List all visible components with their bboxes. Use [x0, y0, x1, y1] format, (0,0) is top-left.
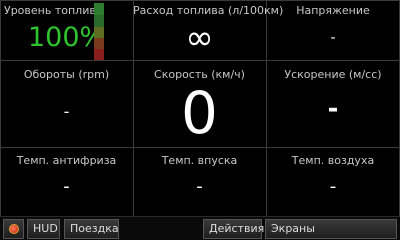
divider: [0, 147, 400, 148]
air-temp-value: -: [329, 176, 337, 197]
air-temp-label: Темп. воздуха: [291, 154, 375, 167]
voltage-label: Напряжение: [296, 4, 370, 17]
record-icon: [9, 224, 19, 234]
voltage-value: -: [330, 30, 336, 46]
acceleration-label: Ускорение (м/сс): [284, 68, 382, 81]
record-button[interactable]: [3, 219, 24, 239]
fuel-level-bar: [94, 3, 104, 60]
intake-temp-value: -: [196, 176, 203, 197]
acceleration-value: -: [327, 94, 339, 124]
trip-button[interactable]: Поездка: [64, 219, 119, 239]
fuel-consumption-label: Расход топлива (л/100км): [133, 4, 284, 17]
bottom-toolbar: HUD Поездка Действия Экраны: [0, 216, 400, 240]
screens-button[interactable]: Экраны: [265, 219, 397, 239]
coolant-temp-value: -: [63, 176, 70, 197]
rpm-value: -: [63, 102, 70, 121]
hud-button[interactable]: HUD: [27, 219, 60, 239]
actions-button[interactable]: Действия: [203, 219, 264, 239]
divider: [0, 60, 400, 61]
speed-value: 0: [181, 79, 218, 147]
rpm-label: Обороты (rpm): [23, 68, 110, 81]
fuel-consumption-value: ∞: [185, 18, 214, 58]
fuel-level-label: Уровень топлива: [4, 4, 103, 17]
intake-temp-label: Темп. впуска: [161, 154, 238, 167]
coolant-temp-label: Темп. антифриза: [16, 154, 117, 167]
